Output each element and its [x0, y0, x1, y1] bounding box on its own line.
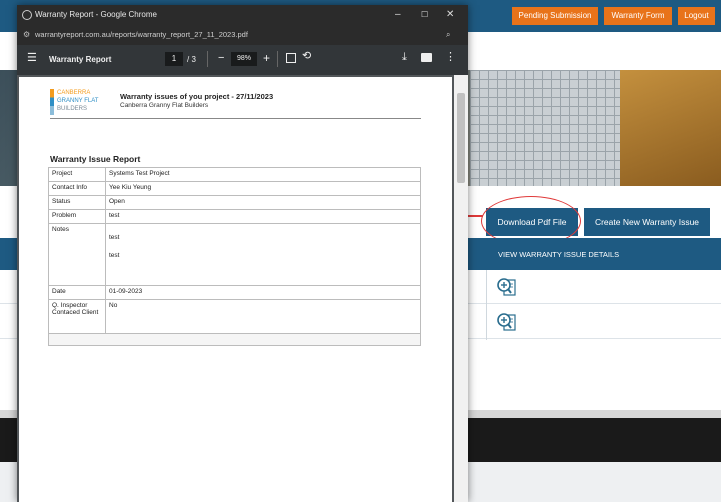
empty-row — [48, 333, 421, 346]
row-value: Yee Kiu Yeung — [105, 181, 421, 196]
maximize-icon[interactable]: ☐ — [421, 5, 428, 25]
row-label: Project — [48, 167, 106, 182]
row-value: Systems Test Project — [105, 167, 421, 182]
menu-icon[interactable]: ☰ — [27, 53, 37, 64]
view-details-column-header: VIEW WARRANTY ISSUE DETAILS — [498, 250, 620, 259]
row-label: Status — [48, 195, 106, 210]
chrome-globe-icon — [22, 10, 32, 20]
row-value: No — [105, 299, 421, 334]
table-row: Project Systems Test Project — [48, 167, 421, 182]
view-issue-magnifier-icon[interactable] — [496, 311, 518, 333]
row-value: test — [105, 209, 421, 224]
url-text[interactable]: warrantyreport.com.au/reports/warranty_r… — [35, 25, 248, 45]
table-row — [48, 333, 421, 346]
address-bar[interactable]: ⚙ warrantyreport.com.au/reports/warranty… — [17, 25, 468, 45]
nav-logout[interactable]: Logout — [678, 7, 715, 25]
zoom-out-icon[interactable]: − — [218, 53, 224, 64]
company-logo: CANBERRA GRANNY FLAT BUILDERS — [57, 89, 98, 113]
minimize-icon[interactable]: – — [395, 5, 401, 25]
pdf-viewer-window: Warranty Report - Google Chrome – ☐ ✕ ⚙ … — [17, 5, 468, 502]
notes-line-1: test — [109, 234, 120, 241]
row-value: Open — [105, 195, 421, 210]
zoom-input[interactable]: 98% — [231, 52, 257, 66]
search-icon[interactable]: ⌕ — [446, 25, 450, 45]
zoom-in-icon[interactable]: + — [263, 52, 270, 64]
view-issue-magnifier-icon[interactable] — [496, 276, 518, 298]
column-divider — [486, 270, 487, 340]
pdf-title: Warranty Report — [49, 55, 112, 64]
window-title: Warranty Report - Google Chrome — [35, 10, 157, 19]
page-total: / 3 — [187, 55, 196, 64]
table-row: Contact Info Yee Kiu Yeung — [48, 181, 421, 196]
fit-page-icon[interactable] — [286, 53, 296, 63]
row-label: Contact Info — [48, 181, 106, 196]
hero-wood-texture — [620, 70, 721, 186]
table-row: Date 01-09-2023 — [48, 285, 421, 300]
logo-line-3: BUILDERS — [57, 106, 88, 112]
create-warranty-issue-button[interactable]: Create New Warranty Issue — [584, 208, 710, 236]
toolbar-divider — [277, 51, 278, 67]
logo-mark — [50, 89, 54, 115]
table-row: Q. Inspector Contaced Client No — [48, 299, 421, 334]
rotate-icon[interactable]: ⟲ — [302, 51, 311, 62]
logo-line-1: CANBERRA — [57, 90, 91, 96]
table-row: Problem test — [48, 209, 421, 224]
table-row: Status Open — [48, 195, 421, 210]
pdf-page: CANBERRA GRANNY FLAT BUILDERS Warranty i… — [19, 77, 452, 502]
download-icon[interactable]: ⤓ — [402, 52, 407, 63]
nav-pending-submission[interactable]: Pending Submission — [512, 7, 598, 25]
row-value: test test — [105, 223, 421, 286]
section-title: Warranty Issue Report — [50, 154, 141, 164]
report-subheading: Canberra Granny Flat Builders — [120, 102, 209, 109]
row-label: Problem — [48, 209, 106, 224]
window-titlebar: Warranty Report - Google Chrome – ☐ ✕ — [17, 5, 468, 25]
close-icon[interactable]: ✕ — [446, 5, 454, 25]
row-label: Q. Inspector Contaced Client — [48, 299, 106, 334]
page-number-input[interactable]: 1 — [165, 52, 183, 66]
report-heading: Warranty issues of you project - 27/11/2… — [120, 92, 274, 101]
nav-warranty-form[interactable]: Warranty Form — [604, 7, 672, 25]
table-row: Notes test test — [48, 223, 421, 286]
toolbar-divider — [207, 51, 208, 67]
row-label: Notes — [48, 223, 106, 286]
report-table: Project Systems Test Project Contact Inf… — [48, 167, 421, 346]
notes-line-2: test — [109, 252, 120, 259]
site-info-icon[interactable]: ⚙ — [23, 25, 30, 45]
pdf-toolbar: ☰ Warranty Report 1 / 3 − 98% + ⟲ ⤓ ⋮ — [17, 45, 468, 75]
print-icon[interactable] — [421, 53, 432, 62]
header-rule — [50, 118, 421, 119]
more-options-icon[interactable]: ⋮ — [445, 52, 456, 63]
pdf-scrollbar-thumb[interactable] — [457, 93, 465, 183]
row-value: 01-09-2023 — [105, 285, 421, 300]
logo-line-2: GRANNY FLAT — [57, 98, 99, 104]
row-label: Date — [48, 285, 106, 300]
